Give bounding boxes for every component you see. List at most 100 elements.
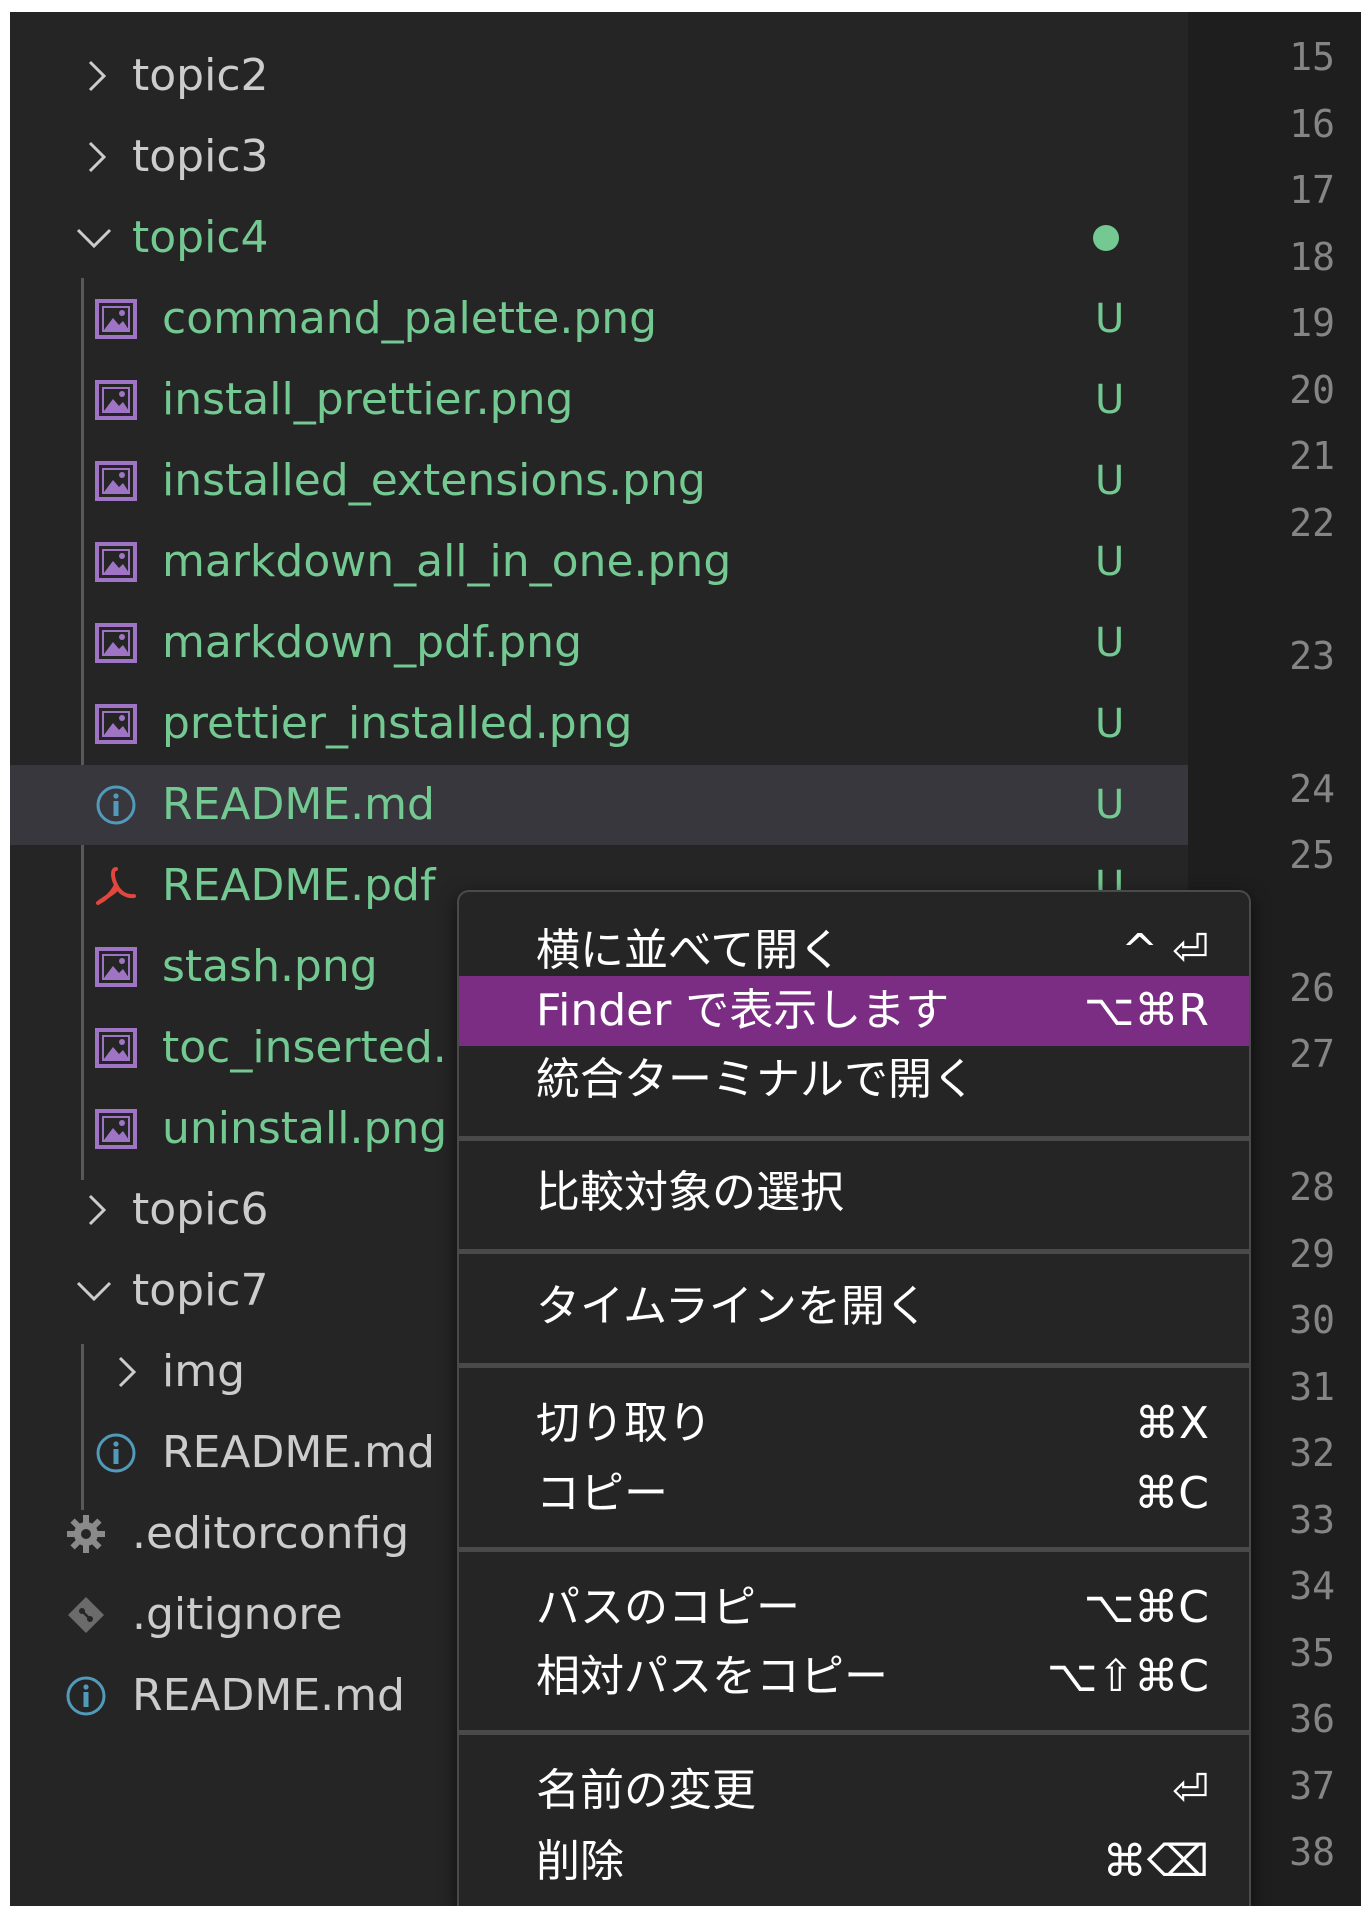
menu-item-shortcut: ⌘⌫ bbox=[1102, 1836, 1209, 1887]
line-number: 31 bbox=[1289, 1365, 1335, 1409]
line-number: 25 bbox=[1289, 833, 1335, 877]
vscode-window: topic2 topic3 topic4 command_palette.png… bbox=[0, 0, 1361, 1906]
menu-item-label: 切り取り bbox=[536, 1398, 712, 1449]
info-icon bbox=[96, 1433, 136, 1473]
line-number: 27 bbox=[1289, 1032, 1335, 1076]
line-number: 29 bbox=[1289, 1232, 1335, 1276]
tree-folder-topic4[interactable]: topic4 bbox=[10, 198, 1188, 278]
tree-item-label: README.pdf bbox=[162, 860, 436, 911]
gear-icon bbox=[67, 1515, 105, 1553]
menu-item-copy-path[interactable]: パスのコピー ⌥⌘C bbox=[459, 1573, 1249, 1643]
line-number: 22 bbox=[1289, 501, 1335, 545]
pdf-file-icon bbox=[96, 867, 136, 905]
tree-item-label: install_prettier.png bbox=[162, 374, 574, 425]
line-number: 38 bbox=[1289, 1830, 1335, 1874]
line-number: 32 bbox=[1289, 1431, 1335, 1475]
git-status-badge: U bbox=[1095, 539, 1125, 585]
menu-item-copy[interactable]: コピー ⌘C bbox=[459, 1459, 1249, 1529]
modified-dot-icon bbox=[1093, 225, 1119, 251]
tree-folder-topic2[interactable]: topic2 bbox=[10, 36, 1188, 116]
chevron-right-icon bbox=[82, 36, 122, 116]
menu-item-delete[interactable]: 削除 ⌘⌫ bbox=[459, 1827, 1249, 1897]
image-file-icon bbox=[95, 299, 137, 339]
menu-separator bbox=[459, 1363, 1249, 1368]
line-number: 30 bbox=[1289, 1298, 1335, 1342]
menu-item-select-for-compare[interactable]: 比較対象の選択 bbox=[459, 1158, 1249, 1228]
image-file-icon bbox=[95, 1028, 137, 1068]
tree-item-label: topic7 bbox=[132, 1265, 269, 1316]
git-status-badge: U bbox=[1095, 701, 1125, 747]
menu-item-label: 名前の変更 bbox=[536, 1765, 756, 1816]
git-status-badge: U bbox=[1095, 782, 1125, 828]
git-status-badge: U bbox=[1095, 377, 1125, 423]
tree-item-label: README.md bbox=[162, 779, 435, 830]
line-number: 21 bbox=[1289, 434, 1335, 478]
git-status-badge: U bbox=[1095, 296, 1125, 342]
image-file-icon bbox=[95, 704, 137, 744]
menu-item-label: タイムラインを開く bbox=[536, 1281, 929, 1332]
menu-item-shortcut: ⌘X bbox=[1134, 1398, 1209, 1449]
tree-item-label: .editorconfig bbox=[132, 1508, 410, 1559]
menu-item-shortcut: ⌥⌘C bbox=[1083, 1582, 1209, 1633]
tree-item-label: topic4 bbox=[132, 212, 269, 263]
tree-file-command-palette-png[interactable]: command_palette.png U bbox=[10, 279, 1188, 359]
tree-item-label: topic3 bbox=[132, 131, 269, 182]
line-number: 37 bbox=[1289, 1764, 1335, 1808]
menu-item-shortcut: ⏎ bbox=[1172, 1765, 1209, 1816]
tree-item-label: command_palette.png bbox=[162, 293, 658, 344]
git-status-badge: U bbox=[1095, 458, 1125, 504]
menu-separator bbox=[459, 1730, 1249, 1735]
menu-item-reveal-in-finder[interactable]: Finder で表示します ⌥⌘R bbox=[459, 976, 1249, 1046]
line-number: 36 bbox=[1289, 1697, 1335, 1741]
chevron-down-icon bbox=[74, 1251, 114, 1331]
info-icon bbox=[66, 1676, 106, 1716]
chevron-down-icon bbox=[74, 198, 114, 278]
menu-separator bbox=[459, 1547, 1249, 1552]
line-number: 17 bbox=[1289, 168, 1335, 212]
tree-item-label: toc_inserted. bbox=[162, 1022, 447, 1073]
tree-file-install-prettier-png[interactable]: install_prettier.png U bbox=[10, 360, 1188, 440]
chevron-right-icon bbox=[82, 117, 122, 197]
line-number: 28 bbox=[1289, 1165, 1335, 1209]
line-number: 34 bbox=[1289, 1564, 1335, 1608]
tree-item-label: markdown_pdf.png bbox=[162, 617, 582, 668]
line-number: 23 bbox=[1289, 634, 1335, 678]
chevron-right-icon bbox=[82, 1170, 122, 1250]
menu-item-label: 統合ターミナルで開く bbox=[536, 1054, 976, 1105]
git-icon bbox=[68, 1597, 104, 1633]
menu-item-copy-relative-path[interactable]: 相対パスをコピー ⌥⇧⌘C bbox=[459, 1642, 1249, 1712]
menu-item-shortcut: ⌥⇧⌘C bbox=[1046, 1651, 1209, 1702]
tree-file-installed-extensions-png[interactable]: installed_extensions.png U bbox=[10, 441, 1188, 521]
menu-item-open-timeline[interactable]: タイムラインを開く bbox=[459, 1272, 1249, 1342]
context-menu: 横に並べて開く ^ ⏎ Finder で表示します ⌥⌘R 統合ターミナルで開く… bbox=[457, 890, 1251, 1906]
line-number: 33 bbox=[1289, 1498, 1335, 1542]
tree-item-label: topic6 bbox=[132, 1184, 269, 1235]
tree-item-label: topic2 bbox=[132, 50, 269, 101]
info-icon bbox=[96, 785, 136, 825]
menu-item-open-in-terminal[interactable]: 統合ターミナルで開く bbox=[459, 1045, 1249, 1115]
tree-item-label: installed_extensions.png bbox=[162, 455, 706, 506]
menu-item-cut[interactable]: 切り取り ⌘X bbox=[459, 1389, 1249, 1459]
tree-folder-topic3[interactable]: topic3 bbox=[10, 117, 1188, 197]
line-number: 19 bbox=[1289, 301, 1335, 345]
menu-item-rename[interactable]: 名前の変更 ⏎ bbox=[459, 1756, 1249, 1826]
tree-item-label: markdown_all_in_one.png bbox=[162, 536, 732, 587]
image-file-icon bbox=[95, 542, 137, 582]
tree-item-label: README.md bbox=[132, 1670, 405, 1721]
tree-file-markdown-all-in-one-png[interactable]: markdown_all_in_one.png U bbox=[10, 522, 1188, 602]
tree-item-label: prettier_installed.png bbox=[162, 698, 633, 749]
menu-item-label: 比較対象の選択 bbox=[536, 1167, 844, 1218]
image-file-icon bbox=[95, 461, 137, 501]
line-number: 15 bbox=[1289, 35, 1335, 79]
tree-item-label: README.md bbox=[162, 1427, 435, 1478]
tree-item-label: img bbox=[162, 1346, 246, 1397]
tree-item-label: uninstall.png bbox=[162, 1103, 448, 1154]
image-file-icon bbox=[95, 623, 137, 663]
menu-item-label: 削除 bbox=[536, 1836, 624, 1887]
tree-file-markdown-pdf-png[interactable]: markdown_pdf.png U bbox=[10, 603, 1188, 683]
git-status-badge: U bbox=[1095, 620, 1125, 666]
image-file-icon bbox=[95, 1109, 137, 1149]
tree-file-readme-md-selected[interactable]: README.md U bbox=[10, 765, 1188, 845]
menu-item-label: 相対パスをコピー bbox=[536, 1651, 888, 1702]
tree-file-prettier-installed-png[interactable]: prettier_installed.png U bbox=[10, 684, 1188, 764]
